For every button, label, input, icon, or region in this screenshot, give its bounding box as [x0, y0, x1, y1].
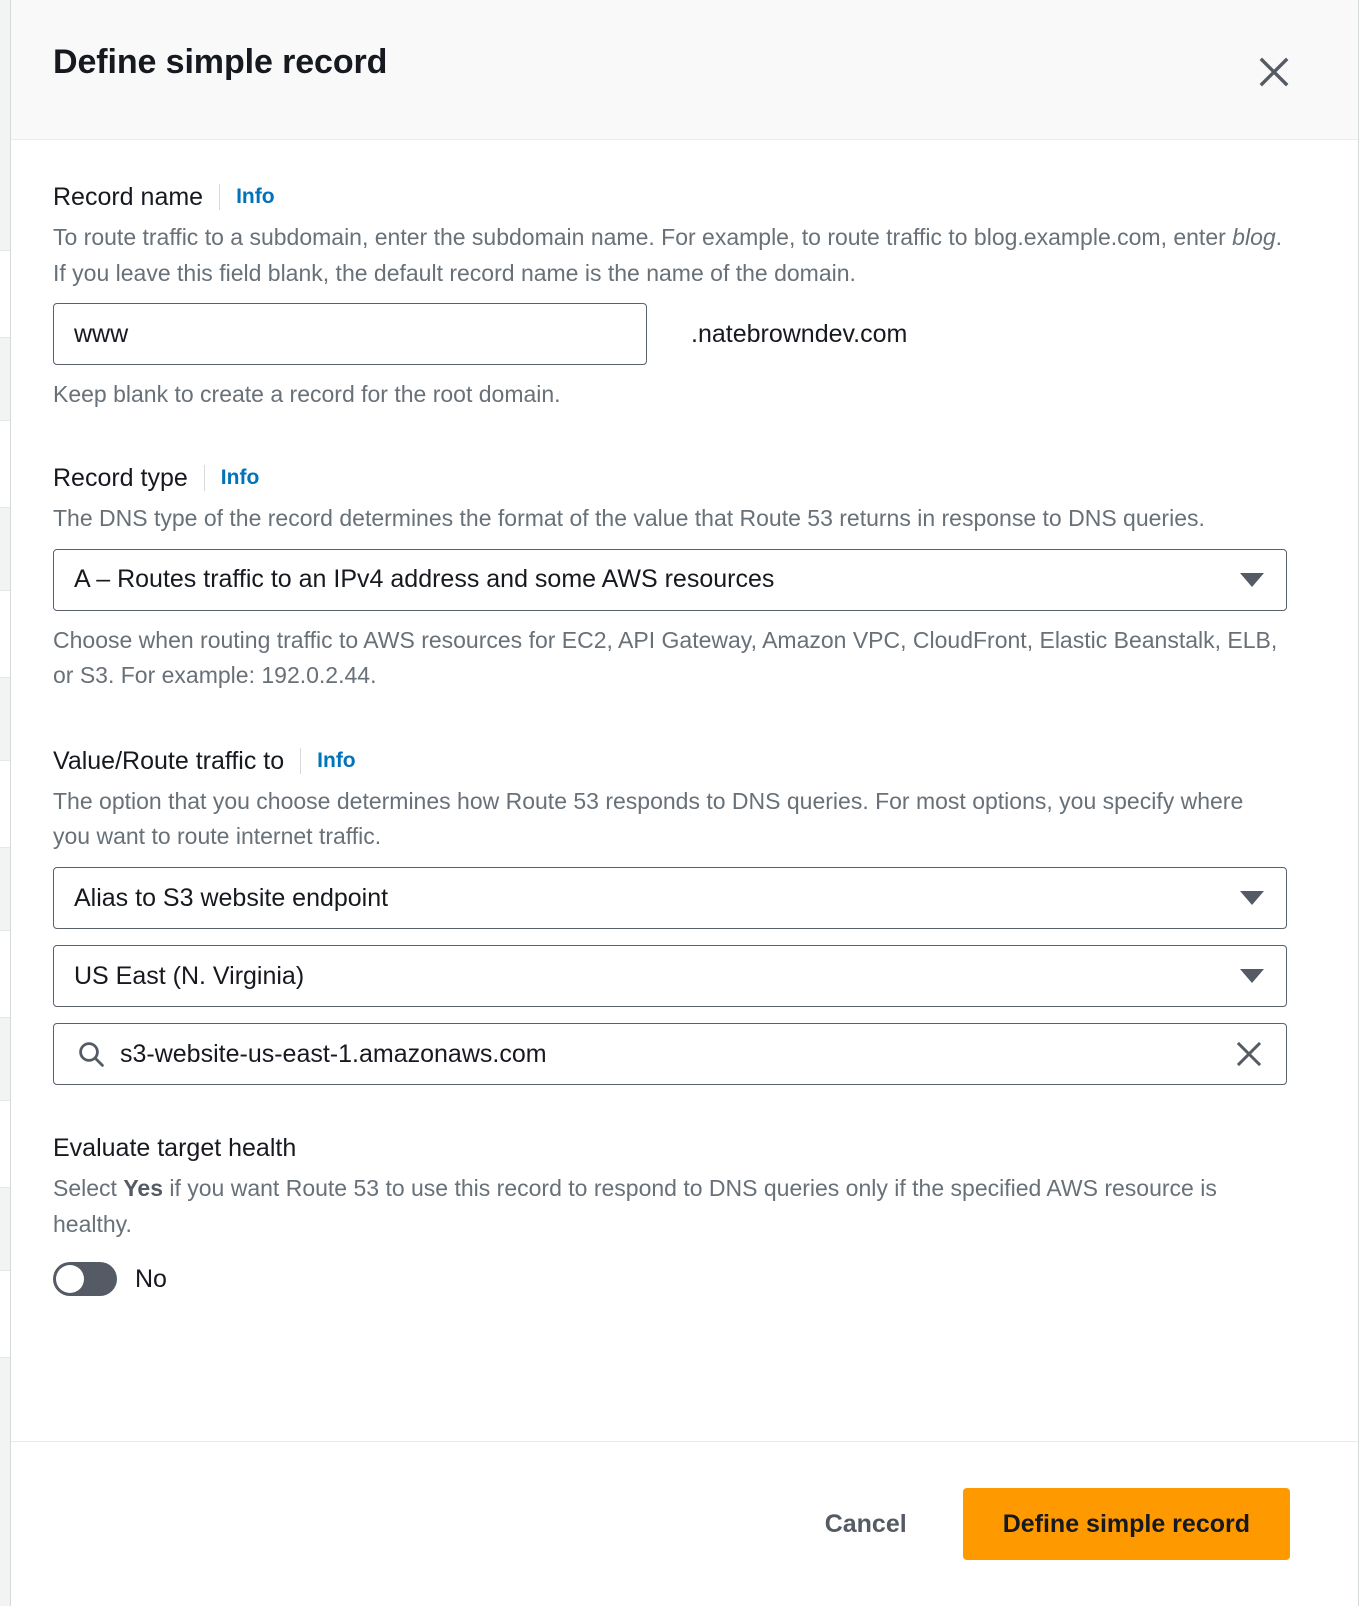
evaluate-target-health-toggle-row: No [53, 1262, 1316, 1297]
endpoint-search-field[interactable]: s3-website-us-east-1.amazonaws.com [53, 1023, 1287, 1086]
label-divider [219, 184, 221, 210]
value-route-info-link[interactable]: Info [317, 748, 355, 773]
record-type-label: Record type [53, 463, 188, 492]
region-select[interactable]: US East (N. Virginia) [53, 945, 1287, 1008]
domain-suffix-label: .natebrowndev.com [691, 319, 908, 348]
evaluate-health-description-emphasis: Yes [123, 1175, 163, 1202]
record-name-input-row: .natebrowndev.com [53, 303, 1316, 366]
record-type-hint: Choose when routing traffic to AWS resou… [53, 626, 1278, 689]
search-icon [76, 1039, 106, 1069]
toggle-state-label: No [135, 1264, 167, 1293]
label-divider [300, 747, 302, 774]
close-icon [1257, 55, 1291, 89]
chevron-down-icon [1240, 891, 1264, 906]
evaluate-health-description-part2: if you want Route 53 to use this record … [53, 1175, 1217, 1237]
chevron-down-icon [1240, 572, 1264, 587]
evaluate-target-health-group: Evaluate target health Select Yes if you… [53, 1085, 1316, 1297]
record-name-hint: Keep blank to create a record for the ro… [53, 381, 561, 408]
record-name-label: Record name [53, 183, 204, 211]
toggle-knob [56, 1265, 84, 1294]
value-route-label: Value/Route traffic to [53, 746, 285, 775]
record-name-description-emphasis: blog [1232, 224, 1276, 250]
record-type-label-row: Record type Info [53, 463, 1316, 493]
record-name-group: Record name Info To route traffic to a s… [53, 140, 1316, 413]
record-type-select[interactable]: A – Routes traffic to an IPv4 address an… [53, 548, 1287, 611]
label-divider [203, 464, 205, 491]
record-type-description: The DNS type of the record determines th… [53, 504, 1205, 531]
record-type-info-link[interactable]: Info [221, 465, 259, 490]
record-name-description-part1: To route traffic to a subdomain, enter t… [53, 224, 1233, 250]
record-name-label-row: Record name Info [53, 182, 1316, 212]
page-title: Define simple record [53, 43, 388, 81]
alias-target-select[interactable]: Alias to S3 website endpoint [53, 867, 1287, 930]
value-route-description: The option that you choose determines ho… [53, 787, 1244, 850]
evaluate-target-health-toggle[interactable] [53, 1262, 117, 1297]
value-route-group: Value/Route traffic to Info The option t… [53, 694, 1316, 1086]
value-route-label-row: Value/Route traffic to Info [53, 746, 1316, 776]
define-simple-record-modal: Define simple record Record name Info To… [10, 0, 1359, 1606]
record-name-description: To route traffic to a subdomain, enter t… [53, 220, 1283, 291]
clear-endpoint-button[interactable] [1234, 1039, 1264, 1069]
define-simple-record-button[interactable]: Define simple record [962, 1488, 1290, 1560]
evaluate-health-description-part1: Select [53, 1175, 124, 1202]
modal-header: Define simple record [11, 0, 1358, 140]
alias-target-selected-value: Alias to S3 website endpoint [74, 883, 389, 912]
cancel-button[interactable]: Cancel [801, 1494, 931, 1555]
value-route-controls: Alias to S3 website endpoint US East (N.… [53, 867, 1316, 1086]
record-type-group: Record type Info The DNS type of the rec… [53, 413, 1316, 694]
modal-body: Record name Info To route traffic to a s… [11, 140, 1358, 1441]
chevron-down-icon [1240, 969, 1264, 984]
evaluate-target-health-description: Select Yes if you want Route 53 to use t… [53, 1171, 1283, 1242]
record-type-selected-value: A – Routes traffic to an IPv4 address an… [74, 565, 775, 594]
evaluate-target-health-label: Evaluate target health [53, 1134, 297, 1163]
modal-footer: Cancel Define simple record [11, 1441, 1358, 1606]
region-selected-value: US East (N. Virginia) [74, 961, 305, 990]
record-name-info-link[interactable]: Info [236, 184, 274, 209]
record-name-input[interactable] [53, 303, 647, 366]
endpoint-value: s3-website-us-east-1.amazonaws.com [120, 1039, 547, 1068]
background-page-sliver [0, 0, 10, 1606]
screen-root: Define simple record Record name Info To… [0, 0, 1359, 1606]
close-button[interactable] [1252, 50, 1296, 94]
